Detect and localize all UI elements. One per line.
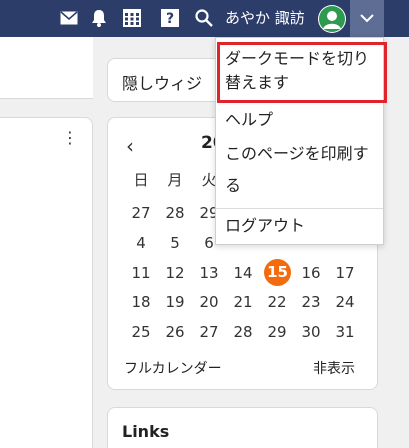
menu-item-label: 替えます (225, 73, 290, 92)
calendar-day[interactable]: 20 (194, 290, 224, 314)
calendar-day[interactable]: 25 (126, 320, 156, 344)
calendar-day[interactable]: 28 (228, 320, 258, 344)
calendar-day[interactable]: 24 (330, 290, 360, 314)
calendar-grid-icon[interactable] (121, 7, 143, 29)
hidden-widget-label: 隠しウィジ (122, 74, 203, 93)
calendar-day[interactable]: 17 (330, 261, 360, 285)
chevron-down-icon (360, 14, 374, 23)
help-icon[interactable]: ? (159, 7, 181, 29)
calendar-day-today[interactable]: 15 (264, 259, 291, 286)
menu-item-label: ログアウト (225, 216, 306, 235)
calendar-day[interactable]: 30 (296, 320, 326, 344)
calendar-day[interactable]: 18 (126, 290, 156, 314)
calendar-day[interactable]: 5 (160, 231, 190, 255)
calendar-day[interactable]: 14 (228, 261, 258, 285)
calendar-day[interactable]: 19 (160, 290, 190, 314)
user-avatar-icon[interactable] (318, 5, 346, 33)
calendar-day[interactable]: 29 (262, 320, 292, 344)
main-header-strip (0, 37, 93, 99)
user-dropdown-menu: ダークモードを切り 替えます ヘルプ このページを印刷す る ログアウト (215, 37, 384, 245)
calendar-day[interactable]: 27 (126, 201, 156, 225)
menu-item-print[interactable]: このページを印刷す る (216, 142, 383, 198)
user-menu-toggle[interactable] (350, 0, 384, 37)
calendar-day[interactable]: 4 (126, 231, 156, 255)
menu-divider (216, 208, 383, 209)
mail-icon[interactable] (58, 7, 80, 29)
bell-icon[interactable] (88, 7, 110, 29)
menu-item-label: る (225, 176, 242, 195)
menu-item-logout[interactable]: ログアウト (216, 214, 383, 238)
menu-item-label: ヘルプ (225, 110, 274, 129)
user-name[interactable]: あやか 諏訪 (225, 7, 305, 29)
links-title: Links (122, 422, 170, 441)
weekday-label: 月 (167, 171, 183, 189)
calendar-day[interactable]: 31 (330, 320, 360, 344)
calendar-day[interactable]: 12 (160, 261, 190, 285)
menu-item-dark-mode[interactable]: ダークモードを切り 替えます (216, 47, 383, 95)
menu-item-label: このページを印刷す (225, 144, 369, 163)
top-navigation-bar: ? あやか 諏訪 (0, 0, 409, 37)
calendar-day[interactable]: 16 (296, 261, 326, 285)
calendar-day[interactable]: 21 (228, 290, 258, 314)
weekday-label: 日 (133, 171, 149, 189)
main-content-card (0, 117, 93, 448)
hide-calendar-link[interactable]: 非表示 (313, 358, 355, 378)
calendar-day[interactable]: 11 (126, 261, 156, 285)
svg-text:?: ? (166, 11, 174, 27)
calendar-day[interactable]: 26 (160, 320, 190, 344)
links-widget: Links (107, 407, 378, 448)
search-icon[interactable] (193, 7, 215, 29)
more-options-icon[interactable]: ⋮ (62, 130, 78, 146)
menu-item-help[interactable]: ヘルプ (216, 108, 383, 132)
menu-item-label: ダークモードを切り (225, 49, 370, 68)
calendar-day[interactable]: 13 (194, 261, 224, 285)
chevron-left-icon[interactable]: ‹ (126, 134, 134, 158)
calendar-day[interactable]: 28 (160, 201, 190, 225)
calendar-day[interactable]: 22 (262, 290, 292, 314)
calendar-day[interactable]: 23 (296, 290, 326, 314)
full-calendar-link[interactable]: フルカレンダー (124, 358, 222, 378)
calendar-day[interactable]: 27 (194, 320, 224, 344)
